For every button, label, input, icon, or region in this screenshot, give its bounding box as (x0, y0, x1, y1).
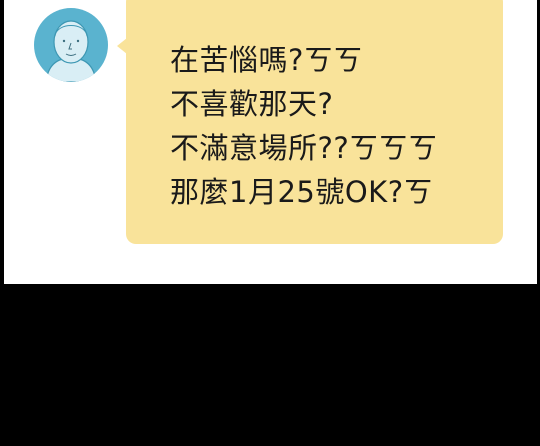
message-line-3: 不滿意場所??ㄎㄎㄎ (170, 131, 438, 165)
chat-panel: 在苦惱嗎?ㄎㄎ 不喜歡那天? 不滿意場所??ㄎㄎㄎ 那麼1月25號OK?ㄎ (0, 0, 540, 284)
message-text: 在苦惱嗎?ㄎㄎ 不喜歡那天? 不滿意場所??ㄎㄎㄎ 那麼1月25號OK?ㄎ (170, 38, 490, 214)
avatar[interactable] (34, 8, 108, 82)
person-face-icon (45, 20, 97, 82)
message-line-1: 在苦惱嗎?ㄎㄎ (170, 43, 363, 77)
message-line-2: 不喜歡那天? (170, 87, 334, 121)
left-border (0, 0, 4, 284)
message-line-4: 那麼1月25號OK?ㄎ (170, 175, 434, 209)
